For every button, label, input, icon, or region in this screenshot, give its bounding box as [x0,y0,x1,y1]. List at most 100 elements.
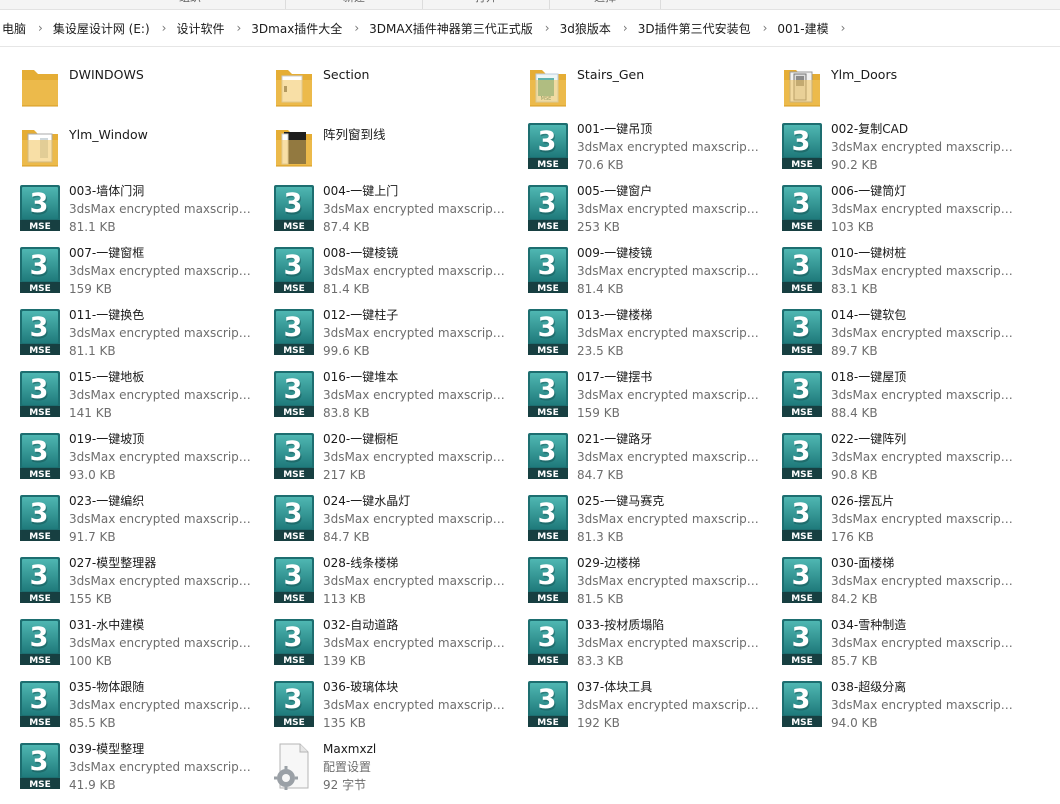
chevron-right-icon[interactable]: › [236,21,241,35]
file-item[interactable]: 3 3 MSE 013-一键楼梯 3dsMax encrypted maxscri… [508,304,763,360]
chevron-right-icon[interactable]: › [545,21,550,35]
svg-text:MSE: MSE [791,532,813,542]
folder-item[interactable]: Ylm_Doors [762,58,1012,114]
mse-script-icon: 3 3 MSE [526,680,570,728]
breadcrumb-3d-wolf[interactable]: 3d狼版本 [558,20,613,37]
file-item[interactable]: 3 3 MSE 009-一键棱镜 3dsMax encrypted maxscri… [508,242,763,298]
folder-item[interactable]: Ylm_Window [0,118,250,174]
file-item[interactable]: 3 3 MSE 035-物体跟随 3dsMax encrypted maxscri… [0,676,255,732]
folder-item[interactable]: MSE Stairs_Gen [508,58,758,114]
svg-text:3: 3 [284,250,303,281]
svg-text:MSE: MSE [283,284,305,294]
file-item[interactable]: 3 3 MSE 028-线条楼梯 3dsMax encrypted maxscri… [254,552,509,608]
breadcrumb-3dmax-plugins[interactable]: 3Dmax插件大全 [249,20,344,37]
file-item[interactable]: 3 3 MSE 005-一键窗户 3dsMax encrypted maxscri… [508,180,763,236]
svg-text:3: 3 [792,126,811,157]
file-item[interactable]: 3 3 MSE 010-一键树桩 3dsMax encrypted maxscri… [762,242,1017,298]
file-item[interactable]: 3 3 MSE 031-水中建模 3dsMax encrypted maxscri… [0,614,255,670]
file-item[interactable]: 3 3 MSE 029-边楼梯 3dsMax encrypted maxscrip… [508,552,763,608]
folder-item[interactable]: 阵列窗到线 [254,118,504,174]
file-name: 036-玻璃体块 [323,680,399,694]
file-item[interactable]: 3 3 MSE 002-复制CAD 3dsMax encrypted maxscr… [762,118,1017,174]
svg-text:MSE: MSE [537,160,559,170]
ribbon-group-open[interactable]: 打开 [423,0,550,9]
breadcrumb-drive-e[interactable]: 集设屋设计网 (E:) [51,20,152,37]
chevron-right-icon[interactable]: › [162,21,167,35]
file-item[interactable]: 3 3 MSE 038-超级分离 3dsMax encrypted maxscri… [762,676,1017,732]
file-name: 031-水中建模 [69,618,145,632]
file-item[interactable]: 3 3 MSE 030-面楼梯 3dsMax encrypted maxscrip… [762,552,1017,608]
breadcrumb-3dmax-gen3[interactable]: 3DMAX插件神器第三代正式版 [367,20,535,37]
ribbon-group-select[interactable]: 选择 [550,0,661,9]
file-label: DWINDOWS [69,66,255,84]
folder-item[interactable]: DWINDOWS [0,58,250,114]
breadcrumb-design-software[interactable]: 设计软件 [174,20,226,37]
svg-text:MSE: MSE [791,470,813,480]
svg-text:3: 3 [284,622,303,653]
address-bar[interactable]: 电脑 › 集设屋设计网 (E:) › 设计软件 › 3Dmax插件大全 › 3DMAX插… [0,10,1060,47]
folder-item[interactable]: Section [254,58,504,114]
breadcrumb-install-pack[interactable]: 3D插件第三代安装包 [636,20,753,37]
file-item[interactable]: 3 3 MSE 032-自动道路 3dsMax encrypted maxscri… [254,614,509,670]
file-item[interactable]: 3 3 MSE 001-一键吊顶 3dsMax encrypted maxscri… [508,118,763,174]
file-item[interactable]: 3 3 MSE 012-一键柱子 3dsMax encrypted maxscri… [254,304,509,360]
file-size: 85.7 KB [831,654,878,668]
file-item[interactable]: 3 3 MSE 015-一键地板 3dsMax encrypted maxscri… [0,366,255,422]
file-item[interactable]: 3 3 MSE 008-一键棱镜 3dsMax encrypted maxscri… [254,242,509,298]
file-item[interactable]: 3 3 MSE 026-摆瓦片 3dsMax encrypted maxscrip… [762,490,1017,546]
file-type: 3dsMax encrypted maxscript f... [831,574,1017,588]
file-name: 005-一键窗户 [577,184,653,198]
file-item[interactable]: 3 3 MSE 022-一键阵列 3dsMax encrypted maxscri… [762,428,1017,484]
file-item[interactable]: 3 3 MSE 004-一键上门 3dsMax encrypted maxscri… [254,180,509,236]
file-size: 91.7 KB [69,530,116,544]
svg-text:MSE: MSE [537,408,559,418]
file-item[interactable]: 3 3 MSE 021-一键路牙 3dsMax encrypted maxscri… [508,428,763,484]
file-size: 41.9 KB [69,778,116,792]
file-label: 001-一键吊顶 3dsMax encrypted maxscript f... 7… [577,120,763,174]
svg-text:MSE: MSE [29,594,51,604]
svg-text:3: 3 [538,560,557,591]
chevron-right-icon[interactable]: › [354,21,359,35]
file-item[interactable]: 3 3 MSE 014-一键软包 3dsMax encrypted maxscri… [762,304,1017,360]
file-label: 阵列窗到线 [323,126,509,144]
file-item[interactable]: Maxmxzl 配置设置 92 字节 [254,738,504,794]
mse-script-icon: 3 3 MSE [272,494,316,542]
chevron-right-icon[interactable]: › [763,21,768,35]
ribbon-group-organize[interactable]: 组织 [95,0,286,9]
file-item[interactable]: 3 3 MSE 024-一键水晶灯 3dsMax encrypted maxscr… [254,490,509,546]
mse-script-icon: 3 3 MSE [272,370,316,418]
file-name: 028-线条楼梯 [323,556,399,570]
file-item[interactable]: 3 3 MSE 036-玻璃体块 3dsMax encrypted maxscri… [254,676,509,732]
file-item[interactable]: 3 3 MSE 033-按材质塌陷 3dsMax encrypted maxscr… [508,614,763,670]
file-item[interactable]: 3 3 MSE 037-体块工具 3dsMax encrypted maxscri… [508,676,763,732]
file-item[interactable]: 3 3 MSE 018-一键屋顶 3dsMax encrypted maxscri… [762,366,1017,422]
chevron-right-icon[interactable]: › [841,21,846,35]
ribbon-group-new[interactable]: 新建 [286,0,423,9]
file-item[interactable]: 3 3 MSE 027-模型整理器 3dsMax encrypted maxscr… [0,552,255,608]
breadcrumb-this-pc[interactable]: 电脑 [0,20,28,37]
svg-text:MSE: MSE [791,656,813,666]
file-item[interactable]: 3 3 MSE 011-一键换色 3dsMax encrypted maxscri… [0,304,255,360]
file-item[interactable]: 3 3 MSE 034-雪种制造 3dsMax encrypted maxscri… [762,614,1017,670]
folder-doors-icon [780,62,824,110]
file-item[interactable]: 3 3 MSE 019-一键坡顶 3dsMax encrypted maxscri… [0,428,255,484]
mse-script-icon: 3 3 MSE [272,432,316,480]
file-item[interactable]: 3 3 MSE 017-一键摆书 3dsMax encrypted maxscri… [508,366,763,422]
file-type: 3dsMax encrypted maxscript f... [831,388,1017,402]
file-item[interactable]: 3 3 MSE 006-一键筒灯 3dsMax encrypted maxscri… [762,180,1017,236]
chevron-right-icon[interactable]: › [38,21,43,35]
chevron-right-icon[interactable]: › [623,21,628,35]
file-size: 155 KB [69,592,112,606]
file-size: 85.5 KB [69,716,116,730]
file-item[interactable]: 3 3 MSE 016-一键堆本 3dsMax encrypted maxscri… [254,366,509,422]
file-size: 81.3 KB [577,530,624,544]
breadcrumb-current-folder[interactable]: 001-建模 [775,20,830,37]
file-item[interactable]: 3 3 MSE 025-一键马赛克 3dsMax encrypted maxscr… [508,490,763,546]
file-item[interactable]: 3 3 MSE 003-墙体门洞 3dsMax encrypted maxscri… [0,180,255,236]
file-item[interactable]: 3 3 MSE 039-模型整理 3dsMax encrypted maxscri… [0,738,255,794]
svg-text:3: 3 [538,436,557,467]
file-item[interactable]: 3 3 MSE 020-一键橱柜 3dsMax encrypted maxscri… [254,428,509,484]
file-item[interactable]: 3 3 MSE 023-一键编织 3dsMax encrypted maxscri… [0,490,255,546]
file-item[interactable]: 3 3 MSE 007-一键窗框 3dsMax encrypted maxscri… [0,242,255,298]
file-label: 023-一键编织 3dsMax encrypted maxscript f... 9… [69,492,255,546]
